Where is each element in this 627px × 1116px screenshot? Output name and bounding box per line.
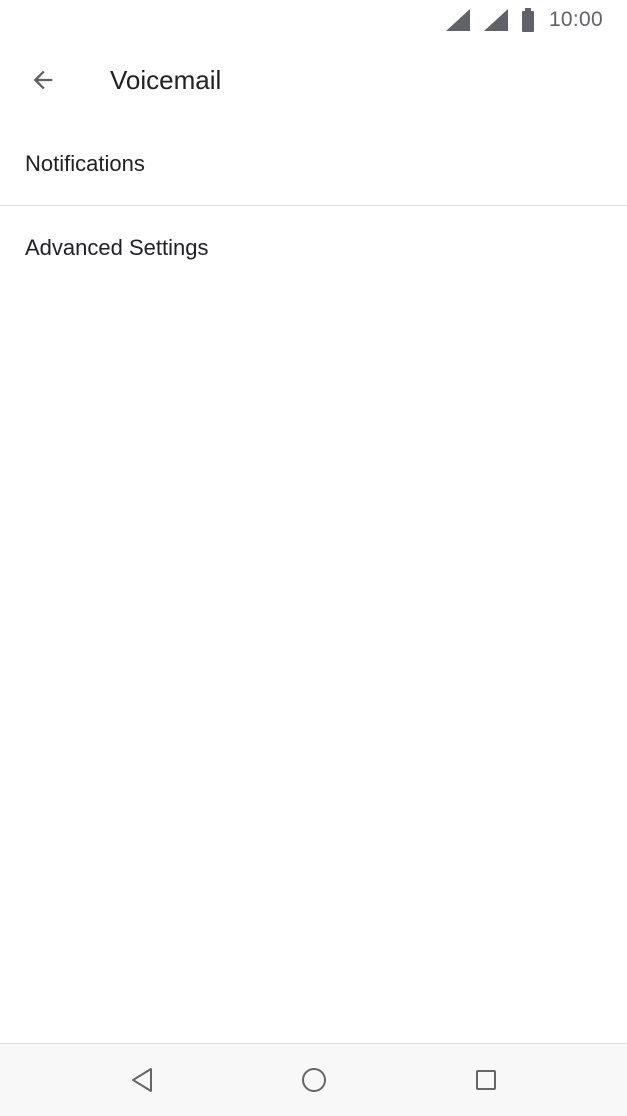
nav-recents-icon [475, 1069, 497, 1091]
navigation-bar [0, 1043, 627, 1116]
settings-item-notifications[interactable]: Notifications [0, 122, 627, 205]
settings-item-label: Notifications [25, 150, 145, 176]
status-time: 10:00 [548, 8, 603, 31]
arrow-back-icon [29, 66, 57, 94]
voicemail-settings-screen: 10:00 Voicemail Notifications Advanced S… [0, 0, 627, 1116]
back-button[interactable] [0, 40, 86, 120]
nav-back-icon [130, 1067, 154, 1093]
wifi-signal-icon [445, 8, 471, 32]
cell-signal-icon [483, 8, 509, 32]
settings-item-advanced-settings[interactable]: Advanced Settings [0, 206, 627, 289]
settings-list: Notifications Advanced Settings [0, 122, 627, 289]
nav-home-button[interactable] [274, 1044, 354, 1116]
toolbar: Voicemail [0, 40, 627, 120]
page-title: Voicemail [110, 64, 222, 95]
battery-icon [521, 8, 535, 32]
nav-recents-button[interactable] [446, 1044, 526, 1116]
nav-back-button[interactable] [102, 1044, 182, 1116]
status-bar: 10:00 [0, 0, 627, 40]
nav-home-icon [301, 1067, 327, 1093]
settings-item-label: Advanced Settings [25, 234, 209, 260]
